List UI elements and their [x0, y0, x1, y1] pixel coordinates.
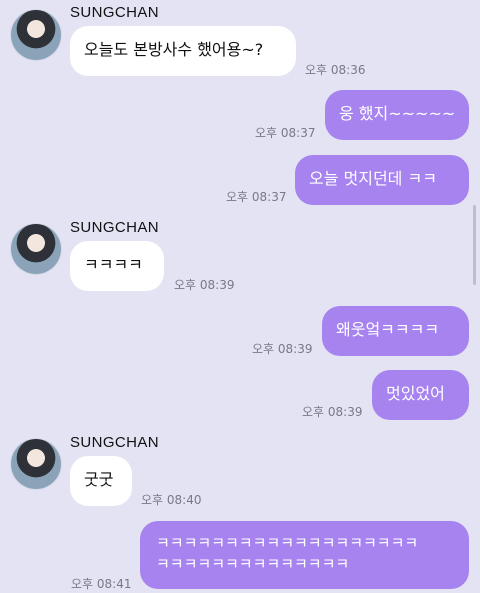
message-text-line: ㅋㅋㅋㅋㅋㅋㅋㅋㅋㅋㅋㅋㅋㅋㅋㅋㅋㅋㅋ	[156, 534, 419, 552]
message-text-line: ㅋㅋㅋㅋㅋㅋㅋㅋㅋㅋㅋㅋㅋㅋ	[156, 555, 350, 573]
message-time: 오후 08:39	[252, 342, 313, 356]
received-message[interactable]: 굿굿	[70, 456, 132, 506]
message-time: 오후 08:37	[226, 190, 287, 204]
sender-avatar[interactable]	[11, 224, 61, 274]
message-text: 오늘도 본방사수 했어용~?	[84, 40, 264, 59]
sent-message[interactable]: ㅋㅋㅋㅋㅋㅋㅋㅋㅋㅋㅋㅋㅋㅋㅋㅋㅋㅋㅋ ㅋㅋㅋㅋㅋㅋㅋㅋㅋㅋㅋㅋㅋㅋ	[140, 521, 469, 589]
sent-message[interactable]: 오늘 멋지던데 ㅋㅋ	[295, 155, 469, 205]
message-text: 굿굿	[84, 470, 114, 489]
message-text: 웅 했지~~~~~	[339, 104, 456, 123]
message-time: 오후 08:36	[305, 63, 366, 77]
sender-avatar[interactable]	[11, 10, 61, 60]
sender-avatar[interactable]	[11, 439, 61, 489]
message-text: 오늘 멋지던데 ㅋㅋ	[309, 169, 437, 188]
message-time: 오후 08:40	[141, 493, 202, 507]
sent-message[interactable]: 왜웃엌ㅋㅋㅋㅋ	[322, 306, 469, 356]
sender-name: SUNGCHAN	[70, 219, 160, 236]
sender-name: SUNGCHAN	[70, 434, 160, 451]
scrollbar[interactable]	[473, 205, 476, 285]
message-text: 왜웃엌ㅋㅋㅋㅋ	[336, 320, 440, 339]
message-time: 오후 08:39	[302, 405, 363, 419]
message-time: 오후 08:37	[255, 126, 316, 140]
received-message[interactable]: ㅋㅋㅋㅋ	[70, 241, 164, 291]
message-time: 오후 08:41	[71, 577, 132, 591]
message-text: 멋있었어	[386, 384, 445, 403]
message-text: ㅋㅋㅋㅋ	[84, 255, 143, 274]
sent-message[interactable]: 멋있었어	[372, 370, 469, 420]
sent-message[interactable]: 웅 했지~~~~~	[325, 90, 469, 140]
received-message[interactable]: 오늘도 본방사수 했어용~?	[70, 26, 296, 76]
sender-name: SUNGCHAN	[70, 4, 160, 21]
message-time: 오후 08:39	[174, 278, 235, 292]
